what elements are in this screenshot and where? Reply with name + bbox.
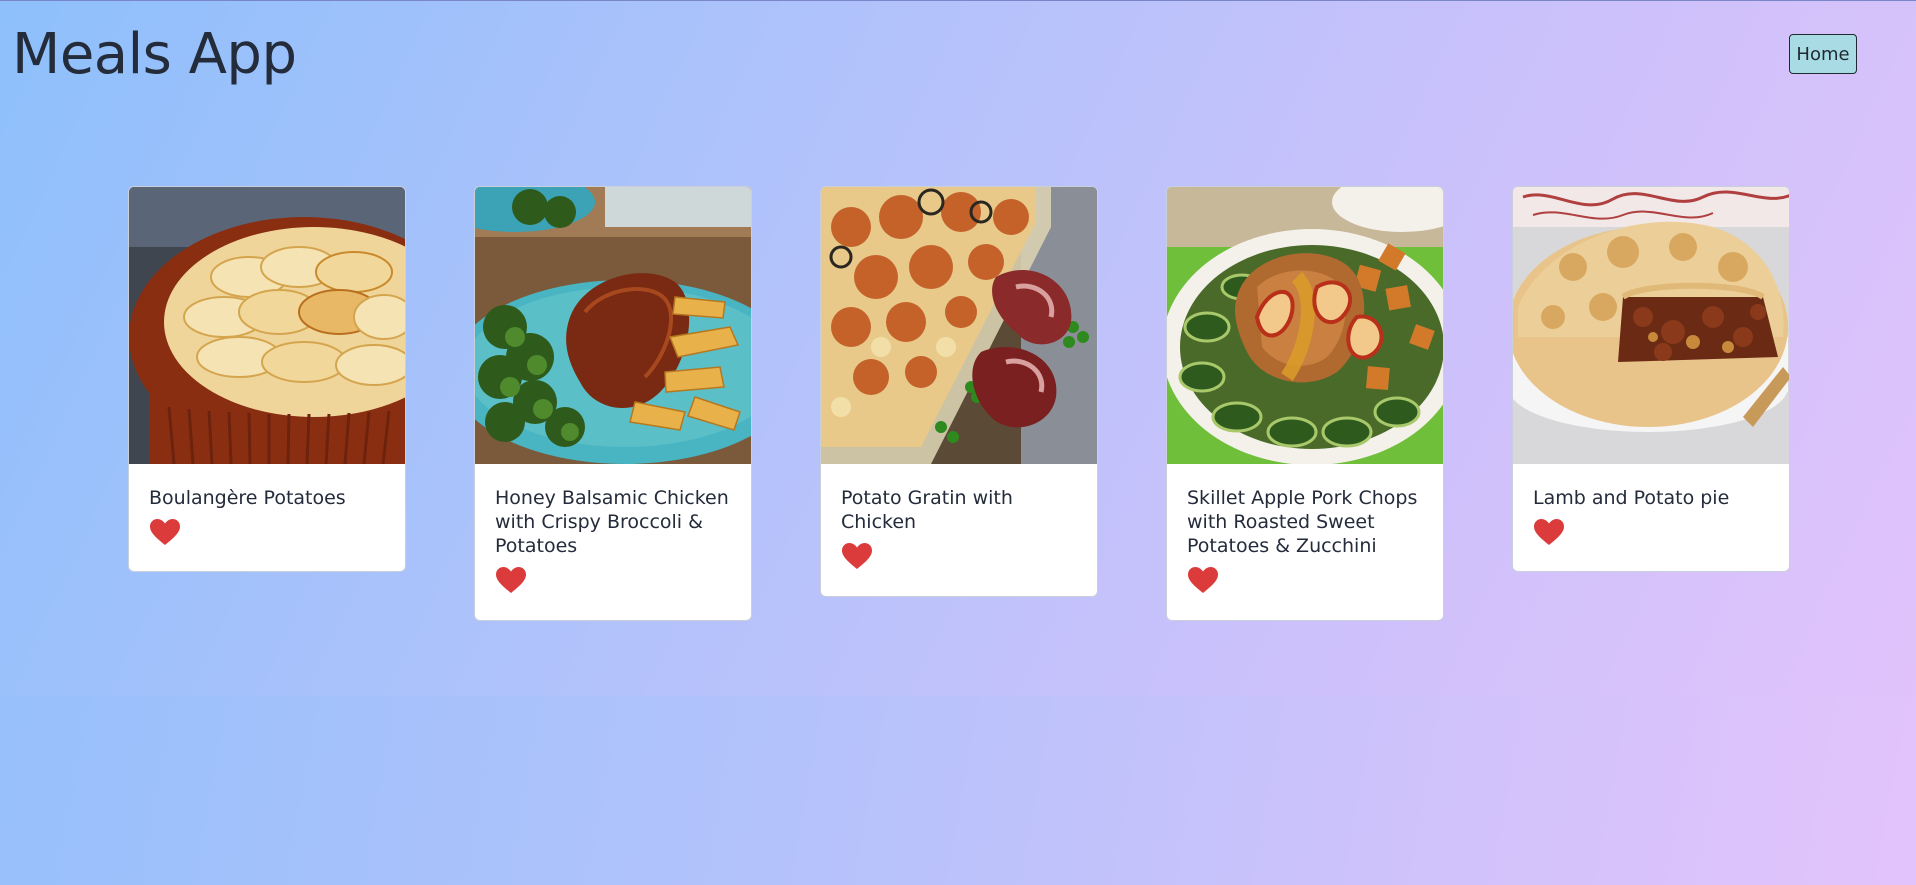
meal-image[interactable]	[129, 187, 405, 464]
home-button[interactable]: Home	[1789, 34, 1857, 74]
meal-image[interactable]	[1167, 187, 1443, 464]
meal-card[interactable]: Lamb and Potato pie	[1512, 186, 1790, 572]
meal-image[interactable]	[821, 187, 1097, 464]
meal-card[interactable]: Skillet Apple Pork Chops with Roasted Sw…	[1166, 186, 1444, 621]
meal-name: Potato Gratin with Chicken	[841, 487, 1013, 533]
heart-icon[interactable]	[149, 518, 181, 546]
meal-name: Skillet Apple Pork Chops with Roasted Sw…	[1187, 487, 1418, 557]
heart-icon[interactable]	[841, 542, 873, 570]
app-title: Meals App	[12, 22, 297, 87]
meal-card[interactable]: Potato Gratin with Chicken	[820, 186, 1098, 597]
meal-image[interactable]	[475, 187, 751, 464]
meal-name: Honey Balsamic Chicken with Crispy Brocc…	[495, 487, 729, 557]
heart-icon[interactable]	[1187, 566, 1219, 594]
heart-icon[interactable]	[495, 566, 527, 594]
meal-card[interactable]: Honey Balsamic Chicken with Crispy Brocc…	[474, 186, 752, 621]
meal-card[interactable]: Boulangère Potatoes	[128, 186, 406, 572]
meal-card-grid: Boulangère Potatoes Honey Balsamic Chick…	[128, 186, 1791, 636]
meal-name: Boulangère Potatoes	[149, 487, 346, 509]
meal-image[interactable]	[1513, 187, 1789, 464]
heart-icon[interactable]	[1533, 518, 1565, 546]
meal-name: Lamb and Potato pie	[1533, 487, 1730, 509]
